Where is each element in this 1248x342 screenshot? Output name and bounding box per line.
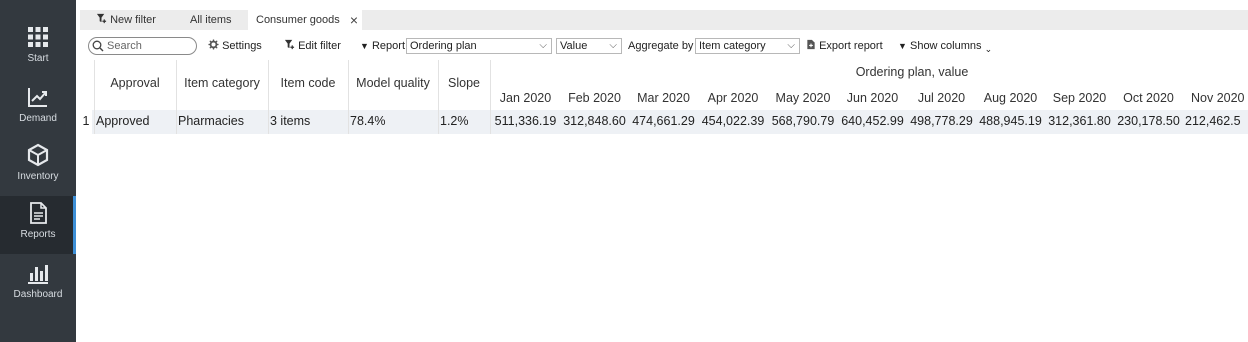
column-header-month[interactable]: Oct 2020 (1114, 91, 1183, 105)
gear-icon (208, 39, 219, 50)
sidebar: Start Demand Inventory Reports Dashboard (0, 0, 76, 342)
settings-button[interactable]: Settings (208, 36, 262, 56)
cell-month-value[interactable]: 568,790.79 (768, 114, 838, 128)
nav-dashboard-label: Dashboard (13, 289, 63, 300)
toolbar: Search Settings Edit filter ▼ Report Ord… (80, 36, 1248, 56)
nav-start[interactable]: Start (0, 20, 76, 78)
tab-new-filter[interactable]: New filter (88, 10, 174, 30)
cell-month-value[interactable]: 212,462.5 (1183, 114, 1248, 128)
document-icon (30, 202, 47, 224)
bar-chart-icon (28, 265, 48, 284)
column-divider (176, 60, 177, 134)
chevron-down-icon: ⌄ (984, 44, 993, 54)
close-icon[interactable]: × (350, 10, 358, 30)
cell-approval[interactable]: Approved (96, 114, 176, 128)
column-header-month[interactable]: Feb 2020 (560, 91, 629, 105)
cell-month-value[interactable]: 640,452.99 (838, 114, 907, 128)
cell-item-code[interactable]: 3 items (270, 114, 348, 128)
column-divider (438, 60, 439, 134)
column-header-model-quality[interactable]: Model quality (348, 76, 438, 90)
tab-all-items-label: All items (190, 14, 232, 26)
triangle-down-icon: ▼ (360, 41, 369, 51)
column-header-item-category[interactable]: Item category (176, 76, 268, 90)
cell-month-value[interactable]: 488,945.19 (976, 114, 1045, 128)
show-columns-label: Show columns (909, 40, 982, 52)
nav-demand-label: Demand (19, 113, 57, 124)
value-select-value: Value (560, 40, 588, 52)
cell-month-value[interactable]: 474,661.29 (629, 114, 698, 128)
export-report-button[interactable]: Export report (806, 36, 883, 56)
settings-label: Settings (222, 40, 262, 52)
tab-consumer-goods-label: Consumer goods (256, 14, 340, 26)
trend-chart-icon (28, 88, 47, 107)
nav-dashboard[interactable]: Dashboard (0, 256, 76, 314)
nav-reports[interactable]: Reports (0, 196, 76, 254)
cell-month-value[interactable]: 511,336.19 (491, 114, 560, 128)
value-select[interactable]: Value ⌵ (556, 38, 622, 54)
cell-slope[interactable]: 1.2% (440, 114, 490, 128)
chevron-down-icon: ⌵ (609, 40, 617, 51)
export-icon (807, 39, 815, 50)
cell-model-quality[interactable]: 78.4% (350, 114, 438, 128)
column-divider (268, 60, 269, 134)
report-label-group: ▼ Report (360, 36, 405, 56)
tab-bar: New filter All items Consumer goods × (80, 10, 1248, 30)
column-divider (94, 60, 95, 134)
column-divider (348, 60, 349, 134)
edit-filter-button[interactable]: Edit filter (284, 36, 341, 56)
cell-month-value[interactable]: 498,778.29 (907, 114, 976, 128)
chevron-down-icon: ⌵ (539, 40, 547, 51)
nav-demand[interactable]: Demand (0, 80, 76, 138)
report-label: Report (371, 40, 406, 52)
aggregate-select-value: Item category (699, 40, 766, 52)
column-header-item-code[interactable]: Item code (268, 76, 348, 90)
box-icon (27, 143, 49, 167)
edit-filter-label: Edit filter (298, 40, 341, 52)
export-report-label: Export report (819, 40, 883, 52)
triangle-down-icon: ▼ (898, 41, 907, 51)
search-placeholder: Search (107, 40, 142, 52)
nav-reports-label: Reports (20, 229, 56, 240)
nav-start-label: Start (27, 53, 49, 64)
column-header-month[interactable]: Jan 2020 (491, 91, 560, 105)
column-header-month[interactable]: Mar 2020 (629, 91, 698, 105)
aggregate-select[interactable]: Item category ⌵ (695, 38, 800, 54)
data-table: Ordering plan, value Approval Item categ… (80, 58, 1248, 138)
cell-month-value[interactable]: 312,361.80 (1045, 114, 1114, 128)
column-header-month[interactable]: Jul 2020 (907, 91, 976, 105)
filter-plus-icon (96, 13, 107, 24)
column-header-slope[interactable]: Slope (438, 76, 490, 90)
show-columns-button[interactable]: ▼ Show columns ⌄ (898, 36, 992, 56)
cell-month-value[interactable]: 454,022.39 (698, 114, 768, 128)
column-header-month[interactable]: Jun 2020 (838, 91, 907, 105)
tab-all-items[interactable]: All items (182, 10, 244, 30)
cell-month-value[interactable]: 312,848.60 (560, 114, 629, 128)
column-header-month[interactable]: Nov 2020 (1183, 91, 1248, 105)
column-header-approval[interactable]: Approval (94, 76, 176, 90)
row-index: 1 (82, 114, 90, 128)
aggregate-label: Aggregate by (628, 40, 694, 52)
nav-inventory-label: Inventory (17, 171, 59, 182)
tab-consumer-goods[interactable]: Consumer goods × (248, 10, 362, 30)
report-select[interactable]: Ordering plan ⌵ (406, 38, 552, 54)
column-header-month[interactable]: Sep 2020 (1045, 91, 1114, 105)
chevron-down-icon: ⌵ (787, 40, 795, 51)
search-icon (92, 40, 104, 52)
tab-new-filter-label: New filter (110, 14, 156, 26)
report-select-value: Ordering plan (410, 40, 477, 52)
column-header-month[interactable]: Apr 2020 (698, 91, 768, 105)
search-input[interactable]: Search (88, 37, 197, 55)
nav-inventory[interactable]: Inventory (0, 138, 76, 196)
group-header: Ordering plan, value (855, 65, 969, 79)
grid-icon (28, 27, 48, 47)
column-header-month[interactable]: May 2020 (768, 91, 838, 105)
column-header-month[interactable]: Aug 2020 (976, 91, 1045, 105)
cell-month-value[interactable]: 230,178.50 (1114, 114, 1183, 128)
filter-plus-icon (284, 39, 295, 50)
cell-item-category[interactable]: Pharmacies (178, 114, 268, 128)
